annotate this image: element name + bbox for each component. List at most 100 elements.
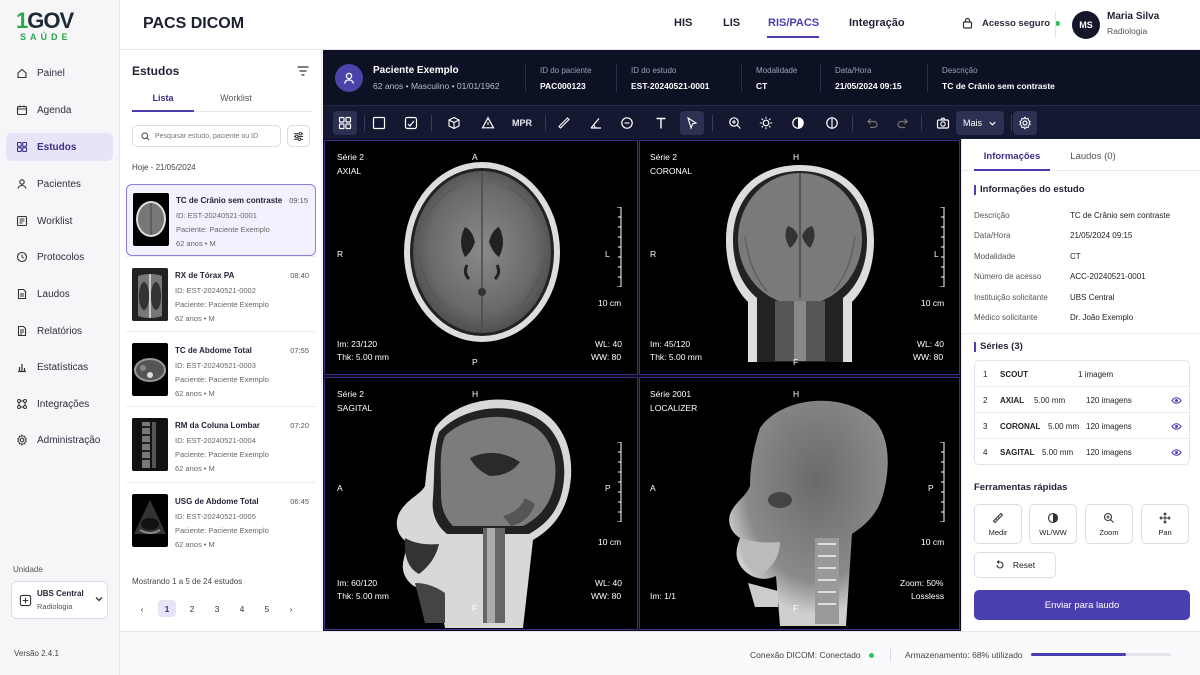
more-tools-dropdown[interactable]: Mais: [956, 111, 1004, 135]
toolbar-divider: [852, 115, 853, 131]
bar-chart-icon: [16, 361, 28, 373]
sidebar-item-label: Relatórios: [37, 325, 83, 337]
page-1[interactable]: 1: [158, 600, 176, 617]
study-card[interactable]: RX de Tórax PA 08:40 ID: EST-20240521-0002…: [126, 260, 316, 332]
settings-button[interactable]: [1013, 111, 1037, 135]
mpr-button[interactable]: MPR: [512, 118, 532, 128]
vp4-plane: LOCALIZER: [650, 403, 698, 413]
study-card[interactable]: TC de Crânio sem contraste 09:15 ID: EST-2…: [126, 184, 316, 256]
page-next-button[interactable]: ›: [282, 600, 300, 617]
logo-text: 1GOV: [16, 8, 74, 33]
series-count: 120 imagens: [1086, 396, 1132, 405]
contrast-button[interactable]: [786, 111, 810, 135]
study-card[interactable]: TC de Abdome Total 07:55 ID: EST-20240521-…: [126, 335, 316, 407]
topnav-integracao[interactable]: Integração: [849, 17, 905, 29]
zoom-icon: [1103, 512, 1114, 523]
measure-tool-button[interactable]: Medir: [974, 504, 1022, 544]
sidebar-item-laudos[interactable]: Laudos: [6, 280, 113, 308]
single-view-button[interactable]: [367, 111, 391, 135]
sidebar-item-pacientes[interactable]: Pacientes: [6, 170, 113, 198]
series-row[interactable]: 2 AXIAL 5.00 mm 120 imagens: [975, 387, 1189, 413]
viewport-axial[interactable]: Série 2 AXIAL A R L P 10 cm Im: 23/120 T…: [324, 140, 638, 375]
series-row[interactable]: 3 CORONAL 5.00 mm 120 imagens: [975, 413, 1189, 439]
study-title: RM da Coluna Lombar: [175, 421, 260, 430]
measure-label: Medir: [988, 527, 1008, 537]
triangle-icon: [481, 116, 495, 129]
layout-button[interactable]: [333, 111, 357, 135]
viewport-localizer[interactable]: Série 2001 LOCALIZER H A P F 10 cm Im: 1…: [639, 377, 960, 630]
zoom-button[interactable]: [723, 111, 747, 135]
header-field-divider: [820, 64, 821, 92]
series-name: SAGITAL: [1000, 448, 1035, 457]
series-name: CORONAL: [1000, 422, 1041, 431]
sidebar-item-protocolos[interactable]: Protocolos: [6, 243, 113, 271]
viewport-sagittal[interactable]: Série 2 SAGITAL H A P F 10 cm Im: 60/120…: [324, 377, 638, 630]
undo-button[interactable]: [860, 111, 884, 135]
series-thickness: 5.00 mm: [1048, 422, 1080, 431]
topnav-lis[interactable]: LIS: [723, 17, 740, 29]
eye-icon[interactable]: [1171, 447, 1182, 458]
invert-button[interactable]: [820, 111, 844, 135]
header-field-value: CT: [756, 81, 768, 91]
sidebar-item-worklist[interactable]: Worklist: [6, 207, 113, 235]
zoom-tool-button[interactable]: Zoom: [1085, 504, 1133, 544]
sidebar-item-relatorios[interactable]: Relatórios: [6, 317, 113, 345]
angle-button[interactable]: [584, 111, 608, 135]
eye-icon[interactable]: [1171, 395, 1182, 406]
annotate-button[interactable]: [399, 111, 423, 135]
sidebar-item-painel[interactable]: Painel: [6, 59, 113, 87]
page-2[interactable]: 2: [183, 600, 201, 617]
text-button[interactable]: [649, 111, 673, 135]
viewport-coronal[interactable]: Série 2 CORONAL H R L F 10 cm Im: 45/120…: [639, 140, 960, 375]
roi-button[interactable]: [615, 111, 639, 135]
unit-name: UBS Central: [37, 589, 84, 598]
page-5[interactable]: 5: [258, 600, 276, 617]
tab-informacoes[interactable]: Informações: [974, 151, 1050, 162]
tab-worklist[interactable]: Worklist: [206, 93, 266, 103]
tab-lista[interactable]: Lista: [132, 93, 194, 103]
send-to-report-button[interactable]: Enviar para laudo: [974, 590, 1190, 620]
sidebar-item-estatisticas[interactable]: Estatísticas: [6, 353, 113, 381]
search-options-button[interactable]: [287, 125, 310, 147]
quick-tools-title: Ferramentas rápidas: [974, 482, 1068, 493]
page-4[interactable]: 4: [233, 600, 251, 617]
vp4-orient-left: A: [650, 483, 656, 493]
page-prev-button[interactable]: ‹: [133, 600, 151, 617]
study-card[interactable]: USG de Abdome Total 06:45 ID: EST-20240521…: [126, 486, 316, 558]
ruler-button[interactable]: [552, 111, 576, 135]
series-number: 4: [983, 448, 988, 457]
user-name[interactable]: Maria Silva: [1107, 11, 1159, 22]
toolbar-divider: [364, 115, 365, 131]
brightness-button[interactable]: [754, 111, 778, 135]
unit-selector[interactable]: UBS Central Radiologia: [11, 581, 108, 619]
study-time: 06:45: [290, 497, 309, 506]
reset-button[interactable]: Reset: [974, 552, 1056, 578]
sidebar-item-agenda[interactable]: Agenda: [6, 96, 113, 124]
3d-button[interactable]: [442, 111, 466, 135]
info-value: 21/05/2024 09:15: [1070, 231, 1133, 241]
select-button[interactable]: [680, 111, 704, 135]
patient-info: 62 anos • Masculino • 01/01/1962: [373, 81, 500, 91]
sidebar-item-administracao[interactable]: Administração: [6, 426, 113, 454]
search-input[interactable]: [155, 132, 275, 140]
series-row[interactable]: 4 SAGITAL 5.00 mm 120 imagens: [975, 439, 1189, 465]
eye-icon[interactable]: [1171, 421, 1182, 432]
more-label: Mais: [962, 118, 982, 128]
study-card[interactable]: RM da Coluna Lombar 07:20 ID: EST-20240521…: [126, 410, 316, 482]
tab-laudos[interactable]: Laudos (0): [1060, 151, 1126, 162]
redo-button[interactable]: [891, 111, 915, 135]
screenshot-button[interactable]: [931, 111, 955, 135]
topnav-ris-pacs[interactable]: RIS/PACS: [768, 17, 819, 29]
series-row[interactable]: 1 SCOUT 1 imagem: [975, 361, 1189, 387]
sidebar-item-integracoes[interactable]: Integrações: [6, 390, 113, 418]
pan-tool-button[interactable]: Pan: [1141, 504, 1189, 544]
calendar-icon: [16, 104, 28, 116]
topnav-his[interactable]: HIS: [674, 17, 692, 29]
avatar[interactable]: MS: [1072, 11, 1100, 39]
page-3[interactable]: 3: [208, 600, 226, 617]
triangulation-button[interactable]: [476, 111, 500, 135]
wlww-tool-button[interactable]: WL/WW: [1029, 504, 1077, 544]
sidebar-item-estudos[interactable]: Estudos: [6, 133, 113, 161]
sidebar-item-label: Pacientes: [37, 178, 81, 190]
filter-icon[interactable]: [297, 65, 309, 77]
